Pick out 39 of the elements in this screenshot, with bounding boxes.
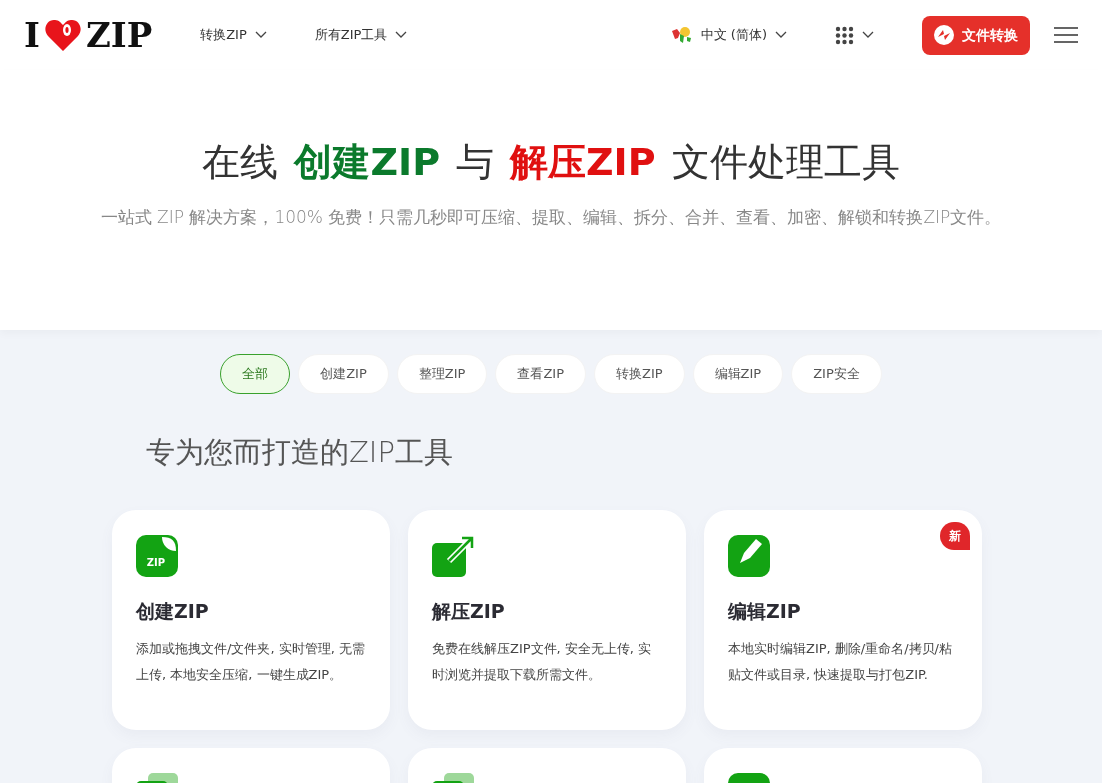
pencil-icon [728,535,770,577]
convert-icon [934,25,954,45]
apps-dropdown[interactable] [835,25,874,45]
tool-card[interactable]: 解压ZIP 免费在线解压ZIP文件, 安全无上传, 实时浏览并提取下载所需文件。 [408,510,686,730]
new-badge: 新 [940,522,970,550]
caret-icon [395,31,408,39]
nav-dropdown[interactable]: 转换ZIP [200,25,267,45]
tool-description: 本地实时编辑ZIP, 删除/重命名/拷贝/粘贴文件或目录, 快速提取与打包ZIP. [728,639,953,684]
grid-icon [835,25,854,45]
tool-description: 免费在线解压ZIP文件, 安全无上传, 实时浏览并提取下载所需文件。 [432,639,653,684]
caret-icon [254,31,267,39]
zip-file-icon: ZIP [136,535,178,577]
filter-tab[interactable]: 全部 [220,354,291,394]
logo-letter[interactable]: I [24,18,40,52]
nav-dropdown[interactable]: 所有ZIP工具 [314,25,408,45]
globe-icon [670,25,693,45]
convert-button[interactable]: 文件转换 [922,15,1030,55]
filter-tab[interactable]: 创建ZIP [298,354,389,394]
tool-card[interactable]: ZIP 创建ZIP 添加或拖拽文件/文件夹, 实时管理, 无需上传, 本地安全压缩, 一键生成ZIP。 [112,510,390,730]
filter-tab[interactable]: 转换ZIP [594,354,685,394]
filter-tab[interactable]: 查看ZIP [495,354,586,394]
filter-tab[interactable]: 整理ZIP [396,354,488,394]
logo-text[interactable]: ZIP [85,18,153,52]
heart-icon [43,18,82,52]
language-dropdown[interactable]: 中文 (简体) [670,25,787,45]
caret-icon [862,31,874,39]
hero-heading: 在线 创建ZIP 与 解压ZIP 文件处理工具 [201,139,901,186]
section-title: 专为您而打造的ZIP工具 [146,433,454,471]
menu-icon[interactable] [1054,27,1078,43]
tool-card[interactable]: 编辑ZIP 本地实时编辑ZIP, 删除/重命名/拷贝/粘贴文件或目录, 快速提取与打包ZIP. 新 [704,510,982,730]
tool-title: 编辑ZIP [728,599,802,624]
tool-title: 解压ZIP [432,599,506,624]
tool-description: 添加或拖拽文件/文件夹, 实时管理, 无需上传, 本地安全压缩, 一键生成ZIP。 [136,639,366,684]
caret-icon [775,31,787,39]
arrow-out-icon [432,535,474,577]
filter-tab[interactable]: ZIP安全 [791,354,882,394]
hero-subtitle: 一站式 ZIP 解决方案，100% 免费！只需几秒即可压缩、提取、编辑、拆分、合并、查看、加密、解锁和转换ZIP文件。 [99,205,1003,229]
filter-tab[interactable]: 编辑ZIP [692,354,784,394]
tool-title: 创建ZIP [136,599,210,624]
